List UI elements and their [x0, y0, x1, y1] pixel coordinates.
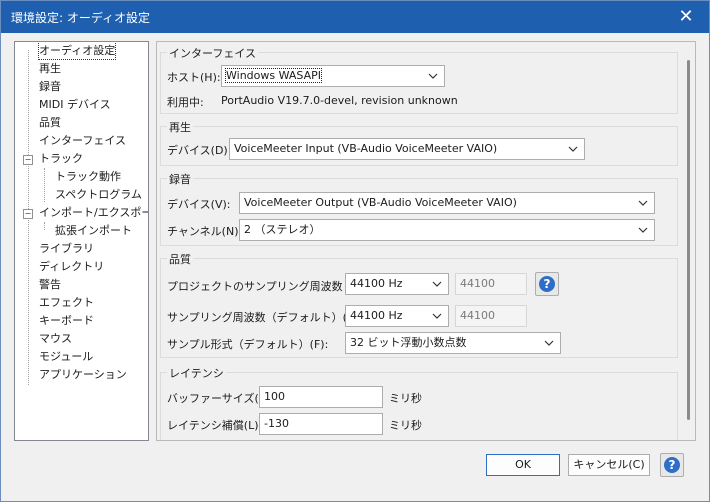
tree-item-import-export[interactable]: インポート/エクスポート: [39, 204, 148, 221]
quality-group: 品質 プロジェクトのサンプリング周波数 (P): 44100 Hz 44100 …: [160, 251, 678, 358]
latency-group-title: レイテンシ: [167, 365, 226, 381]
chevron-down-icon: [432, 281, 442, 287]
title-bar: 環境設定: オーディオ設定 ✕: [1, 1, 709, 33]
tree-item-directories[interactable]: ディレクトリ: [39, 258, 104, 275]
preferences-category-tree[interactable]: オーディオ設定 再生 録音 MIDI デバイス 品質 インターフェイス − トラ…: [14, 41, 149, 441]
sample-format-dropdown[interactable]: 32 ビット浮動小数点数: [345, 332, 561, 354]
chevron-down-icon: [544, 340, 554, 346]
host-label: ホスト(H):: [167, 71, 221, 84]
tree-line: [44, 168, 45, 202]
tree-item-mouse[interactable]: マウス: [39, 330, 72, 347]
tree-item-libraries[interactable]: ライブラリ: [39, 240, 94, 257]
close-button[interactable]: ✕: [663, 1, 709, 33]
tree-item-spectrograms[interactable]: スペクトログラム: [55, 186, 142, 203]
tree-item-audio-settings[interactable]: オーディオ設定: [37, 42, 117, 60]
host-dropdown[interactable]: Windows WASAPI: [221, 65, 445, 87]
tree-item-midi-devices[interactable]: MIDI デバイス: [39, 96, 111, 113]
chevron-down-icon: [432, 313, 442, 319]
scrollbar-thumb[interactable]: [687, 60, 690, 420]
tree-item-quality[interactable]: 品質: [39, 114, 61, 131]
channels-label: チャンネル(N):: [167, 225, 243, 238]
playback-device-label: デバイス(D):: [167, 144, 232, 157]
default-rate-custom-field: 44100: [455, 305, 527, 327]
tree-item-modules[interactable]: モジュール: [39, 348, 93, 365]
buffer-size-unit: ミリ秒: [389, 392, 422, 405]
using-label: 利用中:: [167, 96, 204, 109]
quality-group-title: 品質: [167, 251, 193, 267]
audio-settings-panel: インターフェイス ホスト(H): Windows WASAPI 利用中: Por…: [156, 41, 696, 441]
sample-format-label: サンプル形式（デフォルト）(F):: [167, 338, 329, 351]
collapse-tracks-icon[interactable]: −: [23, 155, 33, 165]
tree-item-warnings[interactable]: 警告: [39, 276, 61, 293]
project-rate-dropdown[interactable]: 44100 Hz: [345, 273, 449, 295]
recording-device-dropdown[interactable]: VoiceMeeter Output (VB-Audio VoiceMeeter…: [239, 192, 655, 214]
chevron-down-icon: [428, 73, 438, 79]
close-icon: ✕: [678, 6, 694, 27]
collapse-import-export-icon[interactable]: −: [23, 209, 33, 219]
channels-dropdown[interactable]: 2 （ステレオ）: [239, 219, 655, 241]
buffer-size-input[interactable]: 100: [259, 386, 383, 408]
window-title: 環境設定: オーディオ設定: [11, 11, 151, 25]
chevron-down-icon: [568, 146, 578, 152]
chevron-down-icon: [638, 227, 648, 233]
playback-group-title: 再生: [167, 119, 193, 135]
default-rate-dropdown[interactable]: 44100 Hz: [345, 305, 449, 327]
playback-device-dropdown[interactable]: VoiceMeeter Input (VB-Audio VoiceMeeter …: [229, 138, 585, 160]
ok-button[interactable]: OK: [486, 454, 560, 476]
tree-item-application[interactable]: アプリケーション: [39, 366, 127, 383]
playback-group: 再生 デバイス(D): VoiceMeeter Input (VB-Audio …: [160, 119, 678, 166]
project-rate-custom-field: 44100: [455, 273, 527, 295]
help-icon: ?: [539, 276, 555, 292]
tree-item-effects[interactable]: エフェクト: [39, 294, 94, 311]
project-rate-label: プロジェクトのサンプリング周波数 (P):: [167, 280, 366, 293]
tree-item-extended-import[interactable]: 拡張インポート: [55, 222, 132, 239]
interface-group-title: インターフェイス: [167, 45, 259, 61]
tree-item-playback[interactable]: 再生: [39, 60, 61, 77]
latency-comp-label: レイテンシ補償(L):: [167, 419, 263, 432]
latency-comp-input[interactable]: -130: [259, 413, 383, 435]
recording-device-label: デバイス(V):: [167, 198, 231, 211]
tree-line: [44, 222, 45, 230]
latency-comp-unit: ミリ秒: [389, 419, 422, 432]
recording-group: 録音 デバイス(V): VoiceMeeter Output (VB-Audio…: [160, 171, 678, 246]
tree-item-interface[interactable]: インターフェイス: [39, 132, 126, 149]
chevron-down-icon: [638, 200, 648, 206]
tree-item-tracks[interactable]: トラック: [39, 150, 83, 167]
help-icon: ?: [664, 457, 680, 473]
recording-group-title: 録音: [167, 171, 193, 187]
preferences-dialog: 環境設定: オーディオ設定 ✕ オーディオ設定 再生 録音 MIDI デバイス …: [0, 0, 710, 502]
using-value: PortAudio V19.7.0-devel, revision unknow…: [221, 94, 458, 107]
tree-item-keyboard[interactable]: キーボード: [39, 312, 94, 329]
interface-group: インターフェイス ホスト(H): Windows WASAPI 利用中: Por…: [160, 45, 678, 114]
latency-group: レイテンシ バッファーサイズ(B): 100 ミリ秒 レイテンシ補償(L): -…: [160, 365, 678, 440]
vertical-scrollbar[interactable]: [679, 42, 695, 440]
tree-item-track-behaviors[interactable]: トラック動作: [55, 168, 121, 185]
tree-item-recording[interactable]: 録音: [39, 78, 61, 95]
cancel-button[interactable]: キャンセル(C): [568, 454, 650, 476]
footer-help-button[interactable]: ?: [660, 453, 684, 477]
help-button[interactable]: ?: [535, 272, 559, 296]
default-rate-label: サンプリング周波数（デフォルト）(E):: [167, 311, 362, 324]
